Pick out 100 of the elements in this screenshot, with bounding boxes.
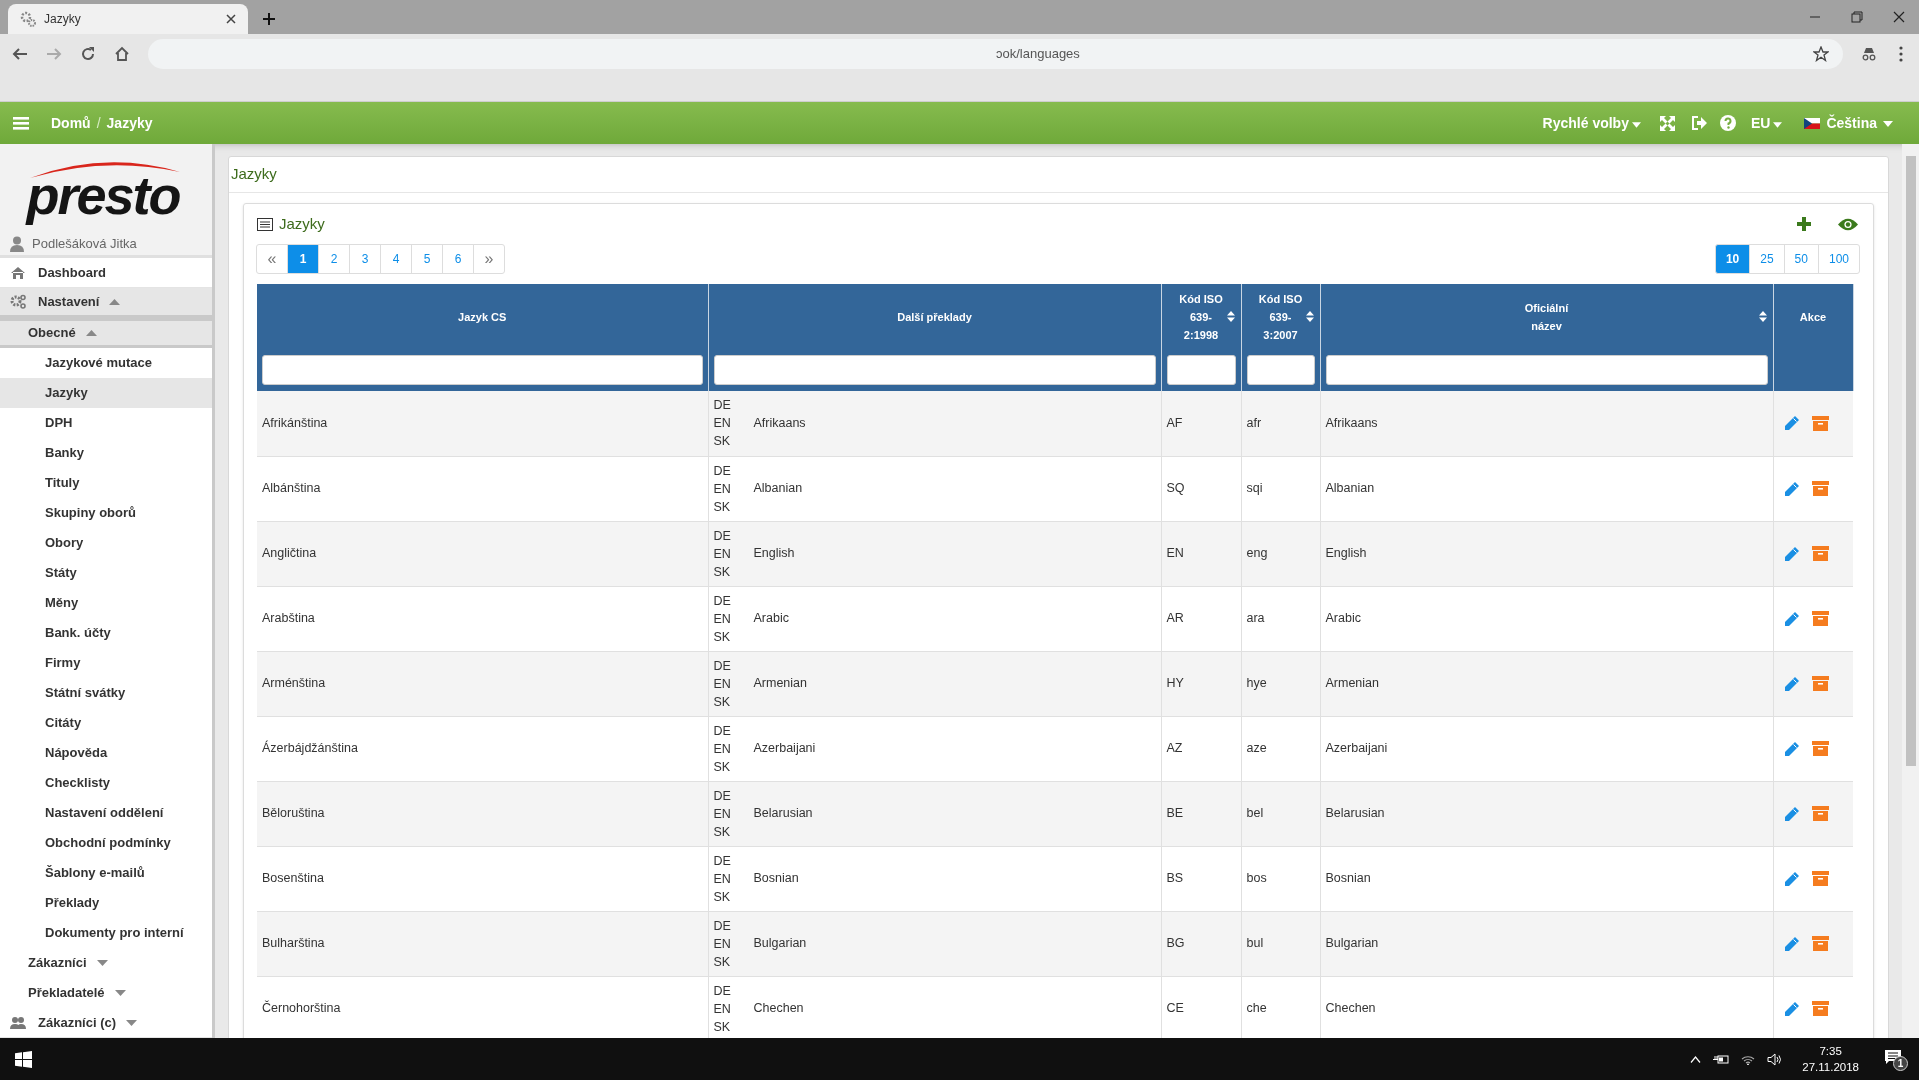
wifi-icon[interactable] <box>1741 1053 1756 1065</box>
new-tab-icon[interactable] <box>262 12 276 26</box>
table-cell: bul <box>1241 911 1320 976</box>
table-cell: AF <box>1161 391 1241 456</box>
pencil-icon[interactable] <box>1783 545 1800 562</box>
caret-down-icon <box>126 1019 138 1026</box>
pencil-icon[interactable] <box>1783 870 1800 887</box>
language-code: SK <box>713 823 732 841</box>
reload-icon[interactable] <box>80 46 96 62</box>
forward-icon[interactable] <box>46 46 62 62</box>
archive-icon[interactable] <box>1811 546 1829 561</box>
logo: presto <box>22 158 190 224</box>
fullscreen-icon[interactable] <box>1658 114 1676 132</box>
speaker-icon[interactable] <box>1767 1052 1783 1066</box>
back-icon[interactable] <box>12 46 28 62</box>
pagination-button[interactable]: 4 <box>380 244 412 274</box>
table-cell: Arabic <box>1320 586 1773 651</box>
archive-icon[interactable] <box>1811 481 1829 496</box>
language-code: SK <box>713 953 732 971</box>
pagination-button[interactable]: 6 <box>442 244 474 274</box>
pencil-icon[interactable] <box>1783 740 1800 757</box>
archive-icon[interactable] <box>1811 611 1829 626</box>
language-code: SK <box>713 1018 732 1036</box>
caret-icon <box>1773 122 1783 128</box>
language-code: DE <box>713 527 732 545</box>
table-cell: sqi <box>1241 456 1320 521</box>
browser-tab[interactable]: Jazyky <box>8 4 248 34</box>
page-title: Jazyky <box>229 157 1888 193</box>
caret-icon <box>1883 121 1893 127</box>
close-icon[interactable] <box>1893 11 1905 23</box>
pencil-icon[interactable] <box>1783 1000 1800 1017</box>
home-icon[interactable] <box>114 46 130 62</box>
pencil-icon[interactable] <box>1783 610 1800 627</box>
close-icon[interactable] <box>226 14 236 24</box>
address-bar[interactable]: ɔok/languages <box>148 39 1843 69</box>
chevron-up-icon[interactable] <box>1690 1055 1702 1063</box>
sign-out-icon[interactable] <box>1690 115 1708 131</box>
sort-icon[interactable] <box>1758 311 1767 322</box>
menu-icon[interactable] <box>1899 46 1903 62</box>
windows-icon[interactable] <box>15 1050 32 1068</box>
translation-text: Azerbaijani <box>753 740 816 758</box>
table-cell: Běloruština <box>257 781 708 846</box>
language-code: EN <box>713 675 732 693</box>
sort-icon[interactable] <box>1305 311 1314 322</box>
pagination-button[interactable]: 25 <box>1749 244 1785 274</box>
archive-icon[interactable] <box>1811 806 1829 821</box>
language-code: DE <box>713 917 732 935</box>
filter-field[interactable] <box>262 355 703 385</box>
table-cell: EN <box>1161 521 1241 586</box>
sidebar-item[interactable]: Obecné <box>0 318 212 348</box>
notification-badge: 1 <box>1893 1056 1908 1071</box>
table-cell: Albánština <box>257 456 708 521</box>
filter-field[interactable] <box>1246 355 1315 385</box>
pagination-button[interactable]: « <box>256 244 288 274</box>
table-cell: bos <box>1241 846 1320 911</box>
translation-text: Albanian <box>753 480 803 498</box>
sidebar-item[interactable]: Nastavení <box>0 288 212 318</box>
pagination-button[interactable]: 50 <box>1783 244 1819 274</box>
table-cell: Azerbaijani <box>1320 716 1773 781</box>
filter-field[interactable] <box>1325 355 1768 385</box>
pagination-button[interactable]: 3 <box>349 244 381 274</box>
clock[interactable]: 7:35 27.11.2018 <box>1794 1043 1867 1075</box>
plus-icon[interactable] <box>1796 216 1812 232</box>
archive-icon[interactable] <box>1811 1001 1829 1016</box>
table-cell: Ázerbájdžánština <box>257 716 708 781</box>
restore-icon[interactable] <box>1851 11 1863 23</box>
language-code: SK <box>713 628 732 646</box>
pagination-button[interactable]: » <box>473 244 505 274</box>
table-cell: Angličtina <box>257 521 708 586</box>
table-cell: bel <box>1241 781 1320 846</box>
pencil-icon[interactable] <box>1783 935 1800 952</box>
archive-icon[interactable] <box>1811 871 1829 886</box>
gears-icon <box>10 293 26 310</box>
incognito-icon[interactable] <box>1861 46 1877 62</box>
archive-icon[interactable] <box>1811 936 1829 951</box>
filter-field[interactable] <box>1166 355 1236 385</box>
archive-icon[interactable] <box>1811 415 1829 431</box>
pencil-icon[interactable] <box>1783 415 1800 432</box>
language-code: EN <box>713 545 732 563</box>
table-cell: Arabština <box>257 586 708 651</box>
eye-icon[interactable] <box>1838 217 1858 231</box>
battery-icon[interactable] <box>1713 1053 1730 1065</box>
help-icon[interactable] <box>1719 115 1736 131</box>
pencil-icon[interactable] <box>1783 675 1800 692</box>
sort-icon[interactable] <box>1226 311 1235 322</box>
language-code: EN <box>713 935 732 953</box>
language-code: EN <box>713 480 732 498</box>
filter-field[interactable] <box>713 355 1156 385</box>
translation-text: Afrikaans <box>753 414 806 432</box>
notification-button[interactable]: 1 <box>1885 1048 1911 1070</box>
pagination-button[interactable]: 100 <box>1817 244 1860 274</box>
language-code: DE <box>713 657 732 675</box>
star-icon[interactable] <box>1813 46 1829 62</box>
table-cell: Albanian <box>1320 456 1773 521</box>
sidebar-item[interactable]: Jazyky <box>0 378 212 408</box>
scrollbar[interactable] <box>1902 144 1919 1038</box>
archive-icon[interactable] <box>1811 741 1829 756</box>
archive-icon[interactable] <box>1811 676 1829 691</box>
pencil-icon[interactable] <box>1783 480 1800 497</box>
pencil-icon[interactable] <box>1783 805 1800 822</box>
